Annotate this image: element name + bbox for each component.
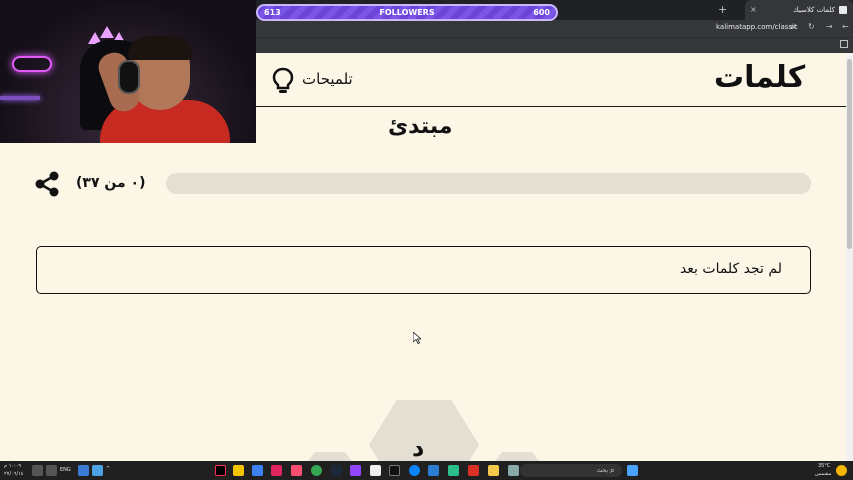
streamer-hair [128, 36, 192, 60]
tiktok-icon[interactable] [215, 465, 226, 476]
forward-icon[interactable]: → [826, 22, 833, 31]
steam-icon[interactable] [331, 465, 342, 476]
lightbulb-icon[interactable] [272, 67, 294, 95]
reload-icon[interactable]: ↻ [808, 22, 815, 31]
windows-taskbar: ١٠:٠٩ م ٢٧/٠٦/١٤ ENG ^ بحث ⌕ 35°C مشمس [0, 461, 853, 480]
taskbar-search-input[interactable]: بحث [520, 464, 622, 477]
twitch-icon[interactable] [350, 465, 361, 476]
search-icon[interactable]: ⌕ [610, 466, 614, 476]
app-icon-red[interactable] [291, 465, 302, 476]
scrollbar-thumb[interactable] [847, 59, 852, 249]
terminal-icon[interactable] [389, 465, 400, 476]
microphone-icon[interactable] [46, 465, 57, 476]
network-icon[interactable] [78, 465, 89, 476]
new-tab-button[interactable]: + [718, 3, 727, 16]
mail-icon[interactable] [252, 465, 263, 476]
weather-temp[interactable]: 35°C [818, 463, 830, 469]
search-placeholder: بحث [596, 467, 608, 474]
volume-icon[interactable] [32, 465, 43, 476]
app-icon-grey[interactable] [508, 465, 519, 476]
level-title: مبتدئ [388, 114, 453, 139]
followers-label: FOLLOWERS [379, 8, 435, 17]
taskbar-date[interactable]: ٢٧/٠٦/١٤ [4, 471, 23, 477]
file-explorer-icon[interactable] [488, 465, 499, 476]
app-icon-red-two[interactable] [468, 465, 479, 476]
calendar-icon[interactable] [370, 465, 381, 476]
tab-title: كلمات كلاسيك [792, 6, 835, 14]
url-field[interactable]: kalimatapp.com/classic [716, 23, 798, 31]
tab-close-icon[interactable]: × [750, 5, 757, 14]
found-words-placeholder: لم تجد كلمات بعد [679, 261, 782, 277]
vscode-icon[interactable] [428, 465, 439, 476]
mouse-cursor-icon [413, 332, 421, 344]
weather-desc[interactable]: مشمس [815, 471, 831, 477]
center-letter[interactable]: د [412, 434, 424, 462]
webcam-overlay [0, 0, 256, 143]
share-icon[interactable] [35, 171, 60, 197]
sun-icon[interactable] [836, 465, 847, 476]
site-logo[interactable]: كلمات [714, 60, 806, 95]
app-icon-yellow[interactable] [233, 465, 244, 476]
browser-tab[interactable]: كلمات كلاسيك × [745, 0, 853, 20]
progress-count: (٠ من ٣٧) [76, 175, 146, 191]
hexagon-board [0, 392, 853, 480]
screen: كلمات كلاسيك × + ← → ↻ ⇄ kalimatapp.com/… [0, 0, 853, 480]
hints-button-label[interactable]: تلميحات [302, 70, 353, 88]
followers-goal-bar: 613 FOLLOWERS 600 [256, 4, 558, 21]
apps-icon[interactable] [840, 40, 848, 48]
headphones-icon [118, 60, 140, 94]
language-indicator[interactable]: ENG [60, 467, 71, 473]
tray-chevron-icon[interactable]: ^ [106, 466, 110, 472]
taskbar-time[interactable]: ١٠:٠٩ م [4, 463, 21, 469]
cloud-icon[interactable] [92, 465, 103, 476]
neon-light-strip [0, 96, 40, 100]
found-words-box[interactable]: لم تجد كلمات بعد [36, 246, 811, 294]
page-scrollbar[interactable] [846, 53, 853, 461]
progress-bar [166, 173, 811, 194]
chrome-icon[interactable] [311, 465, 322, 476]
edge-icon[interactable] [409, 465, 420, 476]
neon-sign [12, 56, 52, 72]
app-icon-green[interactable] [448, 465, 459, 476]
start-menu-icon[interactable] [627, 465, 638, 476]
back-icon[interactable]: ← [842, 22, 849, 31]
app-icon-pink[interactable] [271, 465, 282, 476]
tab-favicon-icon [839, 6, 847, 14]
